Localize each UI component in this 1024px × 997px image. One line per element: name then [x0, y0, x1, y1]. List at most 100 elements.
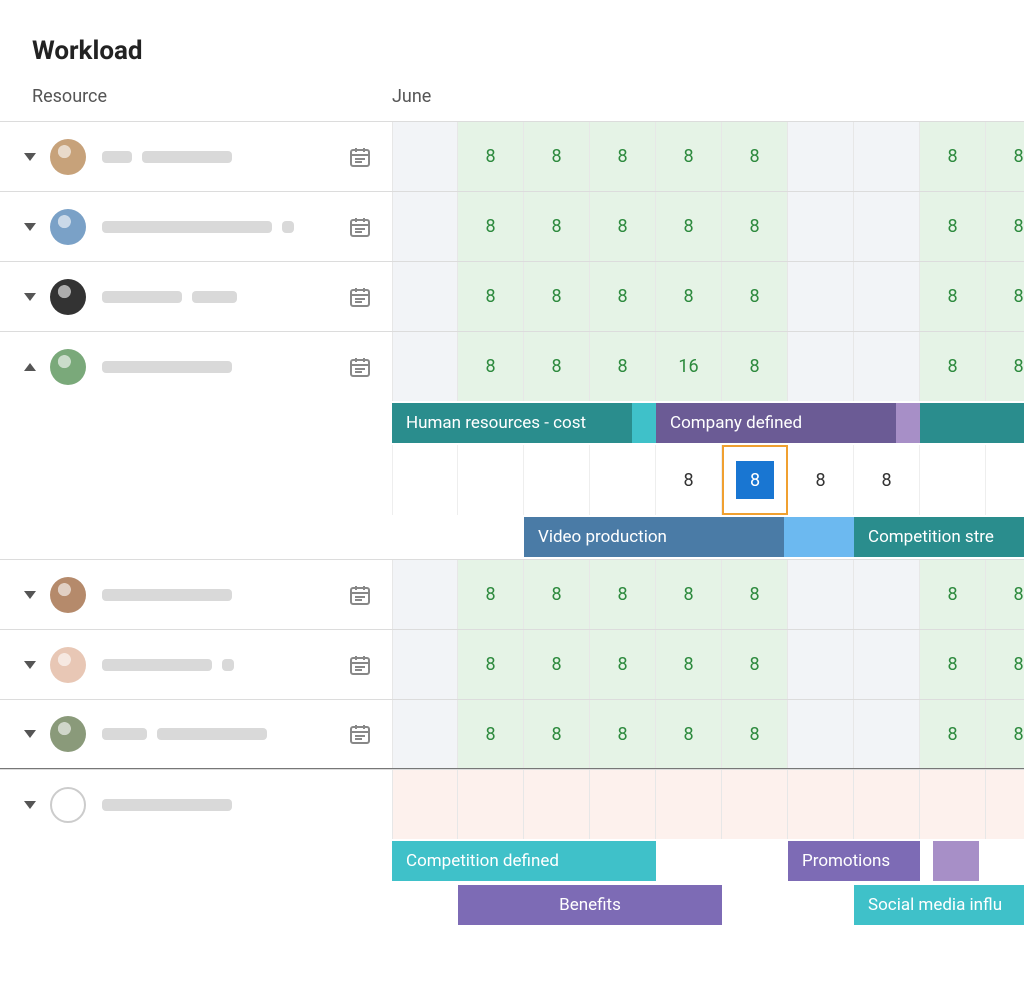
- hours-cell: 8: [458, 262, 524, 331]
- hours-cell: 8: [524, 332, 590, 401]
- hours-cell: 8: [590, 192, 656, 261]
- task-bar[interactable]: Company defined: [656, 403, 920, 443]
- hours-cell: [854, 262, 920, 331]
- hours-cell: [788, 770, 854, 839]
- hours-cell: [458, 770, 524, 839]
- resource-name-placeholder: [102, 728, 267, 740]
- hours-cell: 8: [986, 332, 1024, 401]
- resource-row: 8888888: [0, 699, 1024, 769]
- task-bar[interactable]: [933, 841, 979, 881]
- hours-cell: 8: [722, 560, 788, 629]
- task-bar[interactable]: Promotions: [788, 841, 920, 881]
- task-bar[interactable]: Competition stre: [854, 517, 1024, 557]
- page-title: Workload: [0, 0, 1024, 86]
- task-row: Human resources - costCompany defined: [0, 401, 1024, 445]
- hours-cell: 8: [722, 192, 788, 261]
- hours-cell: 8: [986, 192, 1024, 261]
- calendar-icon[interactable]: [348, 653, 372, 677]
- column-header-row: Resource June: [0, 86, 1024, 121]
- month-column-header: June: [392, 86, 431, 107]
- resource-column-header: Resource: [0, 86, 392, 107]
- chevron-up-icon[interactable]: [24, 363, 36, 371]
- task-bar[interactable]: Video production: [524, 517, 854, 557]
- resource-row: 8888888: [0, 261, 1024, 331]
- detail-hours-cell: 8: [656, 445, 722, 515]
- chevron-down-icon[interactable]: [24, 801, 36, 809]
- hours-cell: 8: [920, 560, 986, 629]
- calendar-icon[interactable]: [348, 215, 372, 239]
- hours-cell: 8: [524, 192, 590, 261]
- task-bar[interactable]: Human resources - cost: [392, 403, 656, 443]
- calendar-icon[interactable]: [348, 145, 372, 169]
- avatar: [50, 349, 86, 385]
- hours-cell: 8: [656, 122, 722, 191]
- hours-cell: 8: [458, 122, 524, 191]
- chevron-down-icon[interactable]: [24, 293, 36, 301]
- task-bar[interactable]: Social media influ: [854, 885, 1024, 925]
- resource-name-placeholder: [102, 589, 232, 601]
- hours-cell: [392, 700, 458, 768]
- hours-cell: [656, 770, 722, 839]
- hours-cell: 8: [656, 700, 722, 768]
- calendar-icon[interactable]: [348, 285, 372, 309]
- hours-cell: [788, 332, 854, 401]
- hours-cell: 8: [722, 122, 788, 191]
- hours-cell: 8: [590, 262, 656, 331]
- hours-cell: 8: [656, 192, 722, 261]
- hours-cell: [788, 192, 854, 261]
- hours-cell: 8: [986, 560, 1024, 629]
- task-row: Video productionCompetition stre: [0, 515, 1024, 559]
- hours-cell: 8: [986, 122, 1024, 191]
- hours-cell: [854, 192, 920, 261]
- task-row: Competition defined Promotions: [0, 839, 1024, 883]
- hours-cell: [854, 332, 920, 401]
- hours-cell: [392, 122, 458, 191]
- avatar: [50, 787, 86, 823]
- hours-cell: [392, 770, 458, 839]
- hours-cell: 8: [590, 332, 656, 401]
- resource-row: [0, 769, 1024, 839]
- chevron-down-icon[interactable]: [24, 730, 36, 738]
- hours-cell: [854, 770, 920, 839]
- chevron-down-icon[interactable]: [24, 591, 36, 599]
- detail-hours-cell: [458, 445, 524, 515]
- hours-cell: 8: [458, 332, 524, 401]
- calendar-icon[interactable]: [348, 355, 372, 379]
- avatar: [50, 279, 86, 315]
- resource-name-placeholder: [102, 221, 294, 233]
- avatar: [50, 139, 86, 175]
- calendar-icon[interactable]: [348, 583, 372, 607]
- hours-cell: 8: [458, 560, 524, 629]
- chevron-down-icon[interactable]: [24, 223, 36, 231]
- hours-cell: [854, 122, 920, 191]
- hours-cell: 8: [524, 122, 590, 191]
- avatar: [50, 209, 86, 245]
- hours-cell: [854, 630, 920, 699]
- chevron-down-icon[interactable]: [24, 661, 36, 669]
- hours-cell: 8: [920, 700, 986, 768]
- calendar-icon[interactable]: [348, 722, 372, 746]
- task-bar[interactable]: [920, 403, 1024, 443]
- hours-cell: [788, 630, 854, 699]
- task-bar[interactable]: Competition defined: [392, 841, 656, 881]
- hours-cell: 8: [722, 262, 788, 331]
- task-bar[interactable]: Benefits: [458, 885, 722, 925]
- hours-cell: 8: [524, 560, 590, 629]
- hours-cell: [392, 332, 458, 401]
- hours-cell: 8: [722, 332, 788, 401]
- detail-hours-cell: 8: [788, 445, 854, 515]
- hours-cell: 8: [920, 332, 986, 401]
- avatar: [50, 716, 86, 752]
- hours-cell: 8: [590, 630, 656, 699]
- hours-cell: [788, 560, 854, 629]
- task-row: Benefits Social media influ: [0, 883, 1024, 927]
- avatar: [50, 647, 86, 683]
- highlighted-hours-cell[interactable]: 8: [722, 445, 788, 515]
- task-row: 8888: [0, 445, 1024, 515]
- chevron-down-icon[interactable]: [24, 153, 36, 161]
- hours-cell: [986, 770, 1024, 839]
- hours-cell: 16: [656, 332, 722, 401]
- hours-cell: [722, 770, 788, 839]
- hours-cell: 8: [656, 630, 722, 699]
- hours-cell: 8: [656, 262, 722, 331]
